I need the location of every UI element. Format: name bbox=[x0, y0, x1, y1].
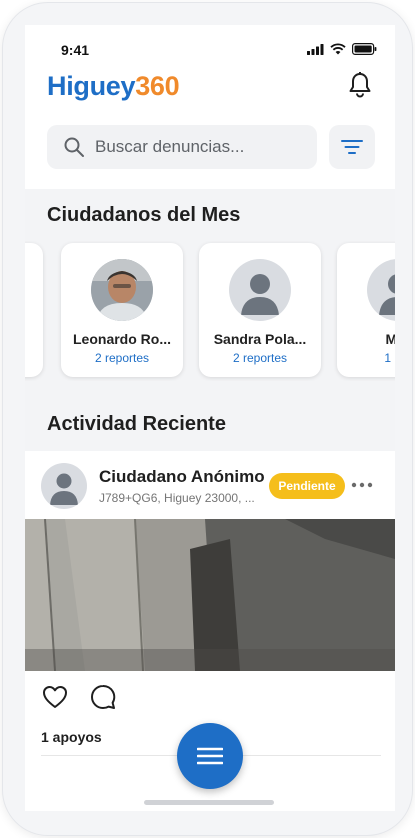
phone-frame: 9:41 Higuey360 Buscar denuncias... Ciuda… bbox=[2, 2, 413, 836]
post-location: J789+QG6, Higuey 23000, ... bbox=[99, 491, 255, 505]
status-time: 9:41 bbox=[61, 42, 90, 58]
citizen-reports-count: 2 reportes bbox=[94, 351, 150, 365]
logo-text-primary: Higuey bbox=[47, 71, 136, 101]
search-icon bbox=[64, 137, 84, 157]
search-input[interactable] bbox=[93, 136, 307, 158]
menu-fab-button[interactable] bbox=[177, 723, 243, 789]
comment-icon[interactable] bbox=[89, 683, 117, 711]
post-actions bbox=[41, 683, 117, 711]
citizen-name: Leonardo Ro... bbox=[73, 331, 171, 347]
citizens-section-title: Ciudadanos del Mes bbox=[47, 204, 241, 226]
search-bar[interactable] bbox=[47, 125, 317, 169]
supports-count: 1 apoyos bbox=[41, 729, 102, 745]
user-placeholder-icon bbox=[41, 463, 87, 509]
status-icons bbox=[307, 43, 377, 55]
app-screen: 9:41 Higuey360 Buscar denuncias... Ciuda… bbox=[25, 25, 395, 811]
notifications-bell-icon[interactable] bbox=[347, 71, 373, 99]
post-photo[interactable] bbox=[25, 519, 395, 671]
heart-icon[interactable] bbox=[41, 683, 69, 711]
wifi-icon bbox=[330, 43, 346, 55]
citizens-carousel[interactable]: Leonardo Ro... 2 reportes Sandra Pola...… bbox=[25, 241, 395, 381]
filter-icon bbox=[341, 140, 363, 154]
status-bar: 9:41 bbox=[25, 25, 395, 69]
status-badge: Pendiente bbox=[269, 473, 345, 499]
citizen-reports-count: 1 rep bbox=[384, 351, 395, 365]
more-options-icon[interactable] bbox=[351, 475, 373, 495]
battery-icon bbox=[352, 43, 377, 55]
citizen-reports-count: 2 reportes bbox=[232, 351, 288, 365]
logo-text-accent: 360 bbox=[135, 71, 180, 101]
activity-section-title: Actividad Reciente bbox=[47, 413, 226, 435]
citizen-name: Sandra Pola... bbox=[213, 331, 307, 347]
user-placeholder-icon bbox=[367, 259, 395, 321]
citizen-card[interactable]: Leonardo Ro... 2 reportes bbox=[61, 243, 183, 377]
app-header: Higuey360 bbox=[25, 65, 395, 109]
citizen-avatar-photo bbox=[91, 259, 153, 321]
post-author: Ciudadano Anónimo bbox=[99, 467, 265, 486]
signal-icon bbox=[307, 43, 324, 55]
citizen-card[interactable]: Sandra Pola... 2 reportes bbox=[199, 243, 321, 377]
citizen-name: Mar bbox=[337, 331, 395, 347]
citizen-card-partial[interactable] bbox=[25, 243, 43, 377]
user-placeholder-icon bbox=[229, 259, 291, 321]
citizen-card[interactable]: Mar 1 rep bbox=[337, 243, 395, 377]
filter-button[interactable] bbox=[329, 125, 375, 169]
menu-icon bbox=[197, 747, 223, 765]
home-indicator bbox=[144, 800, 274, 805]
app-logo: Higuey360 bbox=[47, 71, 180, 102]
